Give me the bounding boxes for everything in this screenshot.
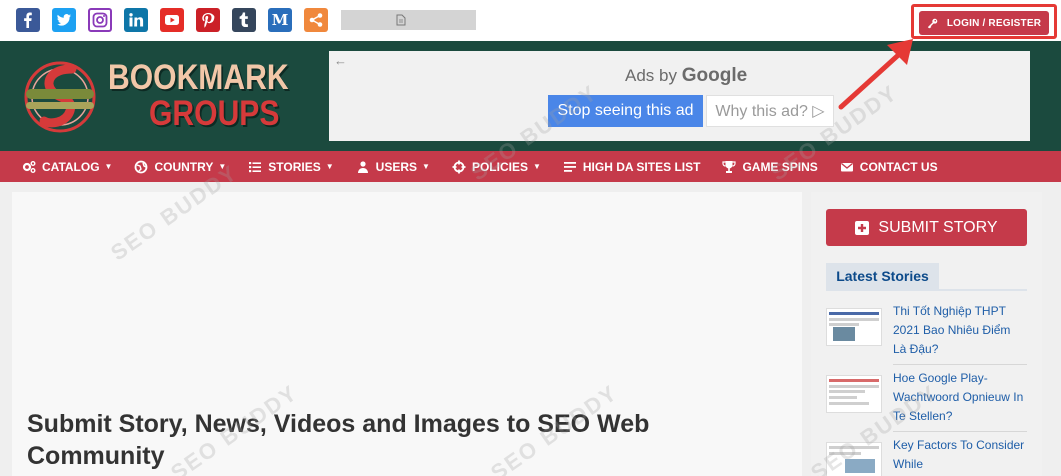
login-register-label: LOGIN / REGISTER xyxy=(946,17,1042,29)
google-wordmark: Google xyxy=(681,65,748,86)
twitter-icon[interactable] xyxy=(52,8,76,32)
plus-square-icon xyxy=(855,220,870,235)
pinterest-icon[interactable] xyxy=(196,8,220,32)
ads-by-google-label: Ads by Google xyxy=(625,65,747,87)
content-area: Submit Story, News, Videos and Images to… xyxy=(0,182,1061,476)
list-icon xyxy=(249,161,262,172)
tab-underline xyxy=(826,289,1027,291)
chevron-down-icon: ▼ xyxy=(325,162,334,171)
trophy-icon xyxy=(722,160,737,173)
instagram-icon[interactable] xyxy=(88,8,112,32)
nav-item-high-da-sites-list[interactable]: HIGH DA SITES LIST xyxy=(563,159,701,174)
submit-story-button[interactable]: SUBMIT STORY xyxy=(826,209,1027,246)
story-title-link[interactable]: Hoe Google Play-Wachtwoord Opnieuw In Te… xyxy=(893,369,1027,426)
key-icon xyxy=(927,18,938,28)
login-highlight-box: LOGIN / REGISTER xyxy=(911,4,1057,39)
logo-text-groups: GROUPS xyxy=(149,94,280,133)
why-this-ad-button[interactable]: Why this ad? ▷ xyxy=(706,95,834,127)
logo-text-bookmark: BOOKMARK xyxy=(108,58,289,97)
submit-story-label: SUBMIT STORY xyxy=(878,218,998,236)
nav-item-label: COUNTRY xyxy=(154,159,214,174)
main-panel: Submit Story, News, Videos and Images to… xyxy=(12,192,802,476)
story-title-link[interactable]: Thi Tốt Nghiệp THPT 2021 Bao Nhiêu Điểm … xyxy=(893,302,1027,359)
nav-item-label: CATALOG xyxy=(42,159,100,174)
login-register-button[interactable]: LOGIN / REGISTER xyxy=(919,11,1049,35)
share-icon[interactable] xyxy=(304,8,328,32)
chevron-down-icon: ▼ xyxy=(218,162,227,171)
search-input[interactable] xyxy=(341,10,476,30)
nav-item-label: STORIES xyxy=(268,159,321,174)
crosshair-icon xyxy=(452,160,466,173)
doc-list-icon xyxy=(563,161,576,172)
story-thumbnail[interactable] xyxy=(826,442,882,476)
nav-item-country[interactable]: COUNTRY ▼ xyxy=(134,160,226,174)
nav-item-users[interactable]: USERS ▼ xyxy=(356,160,430,174)
nav-item-label: CONTACT US xyxy=(859,159,938,174)
site-header: BOOKMARK GROUPS ← Ads by Google Stop see… xyxy=(0,41,1061,151)
nav-item-policies[interactable]: POLICIES ▼ xyxy=(452,160,541,174)
main-nav: CATALOG ▼ COUNTRY ▼ STORIES ▼ USERS ▼ POLICI… xyxy=(0,151,1061,182)
facebook-icon[interactable] xyxy=(16,8,40,32)
ads-by-text: Ads by xyxy=(625,66,677,85)
nav-item-catalog[interactable]: CATALOG ▼ xyxy=(22,160,112,174)
globe-icon xyxy=(135,160,148,173)
ad-banner: ← Ads by Google Stop seeing this ad Why … xyxy=(329,51,1030,141)
nav-item-game-spins[interactable]: GAME SPINS xyxy=(722,159,818,174)
user-icon xyxy=(357,160,368,173)
story-title-link[interactable]: Key Factors To Consider While xyxy=(893,436,1027,474)
envelope-icon xyxy=(840,162,853,171)
divider xyxy=(893,431,1027,432)
story-thumbnail[interactable] xyxy=(826,375,882,413)
tab-latest-stories[interactable]: Latest Stories xyxy=(826,263,939,289)
nav-item-label: POLICIES xyxy=(471,159,528,174)
story-thumbnail[interactable] xyxy=(826,308,882,346)
medium-icon[interactable]: M xyxy=(268,8,292,32)
chevron-down-icon: ▼ xyxy=(104,162,113,171)
bookmark-groups-logo[interactable] xyxy=(22,59,98,135)
nav-item-label: USERS xyxy=(375,159,418,174)
back-arrow-icon[interactable]: ← xyxy=(334,53,347,68)
nav-item-stories[interactable]: STORIES ▼ xyxy=(248,159,334,174)
chevron-down-icon: ▼ xyxy=(422,162,430,171)
nav-item-label: HIGH DA SITES LIST xyxy=(582,159,701,174)
youtube-icon[interactable] xyxy=(160,8,184,32)
nav-item-contact-us[interactable]: CONTACT US xyxy=(840,160,938,174)
linkedin-icon[interactable] xyxy=(124,8,148,32)
stop-seeing-ad-button[interactable]: Stop seeing this ad xyxy=(548,95,703,127)
page-title: Submit Story, News, Videos and Images to… xyxy=(27,410,650,470)
sidebar: SUBMIT STORY Latest Stories Thi Tốt Nghi… xyxy=(811,192,1042,476)
top-social-bar: M LOGIN / REGISTER xyxy=(0,0,1061,41)
document-icon xyxy=(396,14,406,26)
chevron-down-icon: ▼ xyxy=(532,162,541,171)
nav-item-label: GAME SPINS xyxy=(742,159,818,174)
cogs-icon xyxy=(22,160,36,173)
tumblr-icon[interactable] xyxy=(232,8,256,32)
divider xyxy=(893,364,1027,365)
